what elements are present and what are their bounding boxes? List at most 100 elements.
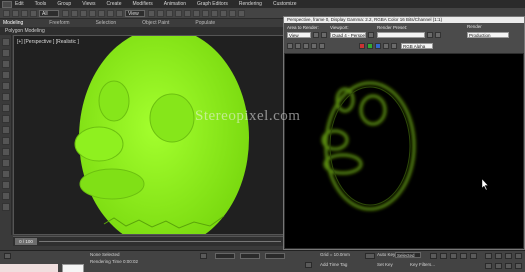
menu-rendering[interactable]: Rendering [239, 1, 262, 7]
undo-icon[interactable] [3, 9, 10, 17]
zoom-icon[interactable] [485, 253, 492, 259]
tab-freeform[interactable]: Freeform [49, 20, 69, 26]
tool-icon[interactable] [2, 192, 10, 200]
menu-tools[interactable]: Tools [35, 1, 47, 7]
tab-populate[interactable]: Populate [195, 20, 215, 26]
menu-views[interactable]: Views [82, 1, 95, 7]
add-time-tag-text[interactable]: Add Time Tag [320, 262, 347, 267]
min-max-toggle-icon[interactable] [515, 263, 522, 269]
time-slider[interactable]: 0 / 100 [15, 238, 37, 245]
tool-icon[interactable] [2, 170, 10, 178]
go-to-start-icon[interactable] [430, 253, 437, 259]
move-icon[interactable] [98, 9, 105, 17]
maxscript-icon[interactable] [4, 253, 11, 259]
menu-animation[interactable]: Animation [164, 1, 186, 7]
edit-region-icon[interactable] [313, 32, 319, 38]
x-coord-field[interactable] [215, 253, 235, 259]
app-logo-icon[interactable] [2, 0, 12, 8]
set-key-mode-icon[interactable] [365, 253, 375, 259]
select-by-name-icon[interactable] [71, 9, 78, 17]
green-channel-icon[interactable] [367, 43, 373, 49]
timeline-ticks[interactable] [39, 241, 281, 245]
angle-snap-icon[interactable] [166, 9, 173, 17]
menu-group[interactable]: Group [57, 1, 71, 7]
maxscript-listener-field[interactable] [0, 264, 58, 272]
copy-image-icon[interactable] [295, 43, 301, 49]
tool-icon[interactable] [2, 181, 10, 189]
tab-selection[interactable]: Selection [96, 20, 117, 26]
pivot-icon[interactable] [148, 9, 155, 17]
layer-icon[interactable] [202, 9, 209, 17]
tool-icon[interactable] [2, 137, 10, 145]
render-setup-icon[interactable] [238, 9, 245, 17]
selected-dropdown[interactable]: Selected [395, 252, 421, 258]
align-icon[interactable] [193, 9, 200, 17]
alpha-channel-icon[interactable] [383, 43, 389, 49]
render-preset-dropdown[interactable] [377, 32, 425, 38]
tool-icon[interactable] [2, 159, 10, 167]
play-icon[interactable] [450, 253, 457, 259]
timeline[interactable]: 0 / 100 [13, 236, 283, 246]
menu-customize[interactable]: Customize [273, 1, 297, 7]
menu-modifiers[interactable]: Modifiers [132, 1, 152, 7]
rotate-icon[interactable] [107, 9, 114, 17]
polygon-modeling-panel[interactable]: Polygon Modeling [0, 27, 290, 35]
schematic-icon[interactable] [220, 9, 227, 17]
lock-selection-icon[interactable] [200, 253, 207, 259]
maximize-viewport-icon[interactable] [515, 253, 522, 259]
tool-icon[interactable] [2, 82, 10, 90]
viewport-dropdown[interactable]: Quad 4 - Perspec [330, 32, 366, 38]
next-frame-icon[interactable] [460, 253, 467, 259]
menu-graph-editors[interactable]: Graph Editors [197, 1, 228, 7]
render-setup-icon[interactable] [427, 32, 433, 38]
channel-dropdown[interactable]: RGB Alpha [401, 43, 433, 49]
prompt-field[interactable] [62, 264, 84, 272]
link-icon[interactable] [21, 9, 28, 17]
perspective-viewport[interactable]: [+] [Perspective ] [Realistic ] [13, 35, 285, 235]
area-to-render-dropdown[interactable]: View [287, 32, 311, 38]
mirror-icon[interactable] [184, 9, 191, 17]
selection-filter-dropdown[interactable]: All [39, 9, 59, 17]
auto-region-icon[interactable] [321, 32, 327, 38]
render-button-label[interactable]: Render [467, 24, 482, 29]
menu-create[interactable]: Create [106, 1, 121, 7]
unlink-icon[interactable] [30, 9, 37, 17]
tool-icon[interactable] [2, 49, 10, 57]
time-tag-icon[interactable] [305, 262, 312, 268]
zoom-extents-icon[interactable] [485, 263, 492, 269]
walk-through-icon[interactable] [505, 263, 512, 269]
tool-icon[interactable] [2, 148, 10, 156]
curve-editor-icon[interactable] [211, 9, 218, 17]
red-channel-icon[interactable] [359, 43, 365, 49]
tab-modeling[interactable]: Modeling [3, 20, 23, 26]
window-crossing-icon[interactable] [89, 9, 96, 17]
tool-icon[interactable] [2, 71, 10, 79]
field-of-view-icon[interactable] [495, 263, 502, 269]
go-to-end-icon[interactable] [470, 253, 477, 259]
production-dropdown[interactable]: Production [467, 32, 509, 38]
blue-channel-icon[interactable] [375, 43, 381, 49]
tool-icon[interactable] [2, 60, 10, 68]
orbit-icon[interactable] [505, 253, 512, 259]
save-image-icon[interactable] [287, 43, 293, 49]
tab-object-paint[interactable]: Object Paint [142, 20, 169, 26]
snap-icon[interactable] [157, 9, 164, 17]
material-editor-icon[interactable] [229, 9, 236, 17]
previous-frame-icon[interactable] [440, 253, 447, 259]
y-coord-field[interactable] [240, 253, 260, 259]
z-coord-field[interactable] [265, 253, 285, 259]
pan-icon[interactable] [495, 253, 502, 259]
auto-key-button[interactable]: Auto Key [377, 252, 395, 257]
environment-icon[interactable] [435, 32, 441, 38]
percent-snap-icon[interactable] [175, 9, 182, 17]
tool-icon[interactable] [2, 126, 10, 134]
clone-window-icon[interactable] [303, 43, 309, 49]
tool-icon[interactable] [2, 104, 10, 112]
set-key-button[interactable]: Set Key [377, 262, 393, 267]
tool-icon[interactable] [2, 203, 10, 211]
viewport-label[interactable]: [+] [Perspective ] [Realistic ] [17, 39, 79, 45]
lock-viewport-icon[interactable] [368, 32, 374, 38]
key-filters-button[interactable]: Key Filters... [410, 262, 435, 267]
tool-icon[interactable] [2, 115, 10, 123]
select-object-icon[interactable] [62, 9, 69, 17]
